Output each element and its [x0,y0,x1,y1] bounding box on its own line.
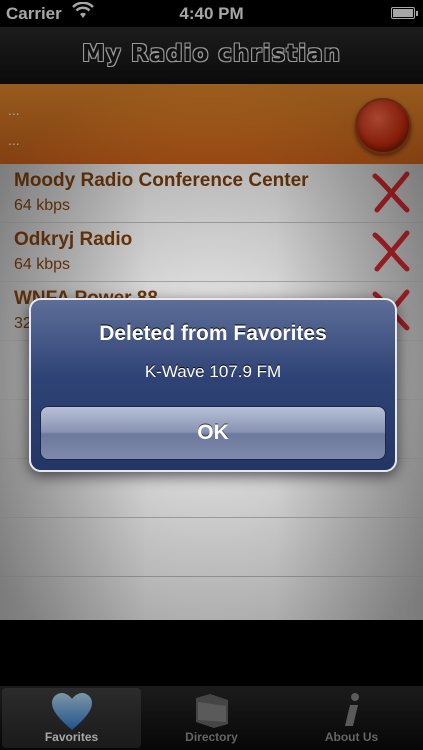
status-bar: Carrier 4:40 PM [0,0,423,27]
list-item[interactable]: Moody Radio Conference Center 64 kbps [0,164,423,223]
folder-icon [195,694,228,728]
title-bar: My Radio christian [0,27,423,84]
clock: 4:40 PM [179,4,244,23]
app-title: My Radio christian [82,41,341,67]
station-name: Moody Radio Conference Center [14,170,309,191]
battery-icon [391,7,418,19]
alert-message: K-Wave 107.9 FM [144,362,282,381]
tab-label: Directory [185,730,238,744]
list-item[interactable]: Odkryj Radio 64 kbps [0,223,423,282]
alert-title: Deleted from Favorites [99,322,327,345]
delete-icon[interactable] [371,170,413,214]
ok-button[interactable]: OK [40,406,386,460]
delete-icon[interactable] [371,229,413,273]
station-name: Odkryj Radio [14,229,133,250]
tab-label: Favorites [44,730,99,744]
tab-favorites[interactable]: Favorites [2,688,141,748]
tab-about-us[interactable]: About Us [282,688,421,748]
now-playing-track: ... [8,132,20,148]
tab-directory[interactable]: Directory [142,688,281,748]
info-icon [344,693,359,726]
heart-icon [51,693,92,730]
play-stop-button[interactable] [355,98,411,154]
station-bitrate: 64 kbps [14,256,71,273]
empty-area [0,620,423,686]
alert-dialog: Deleted from Favorites K-Wave 107.9 FM O… [29,298,397,472]
tab-bar: Favorites Directory About Us [0,686,423,750]
tab-label: About Us [324,730,379,744]
station-bitrate: 64 kbps [14,197,71,214]
empty-row [0,518,423,577]
now-playing-station: ... [8,102,20,118]
now-playing-bar: ... ... [0,84,423,164]
